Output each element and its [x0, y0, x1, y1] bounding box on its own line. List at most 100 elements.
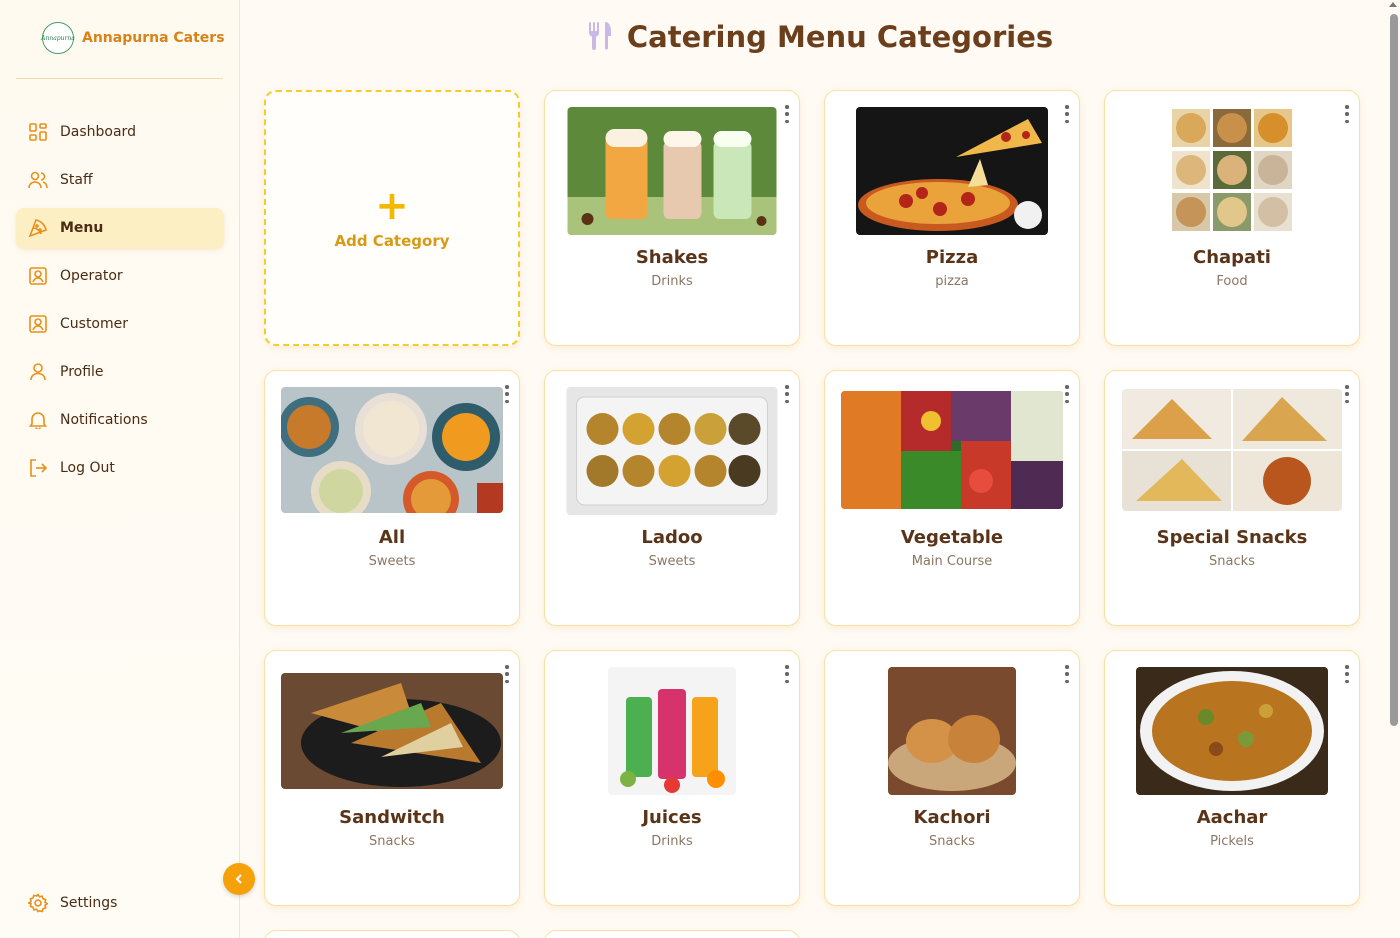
category-type: Snacks [369, 834, 415, 849]
sidebar-nav: Dashboard Staff Menu Operator Customer P… [16, 112, 224, 496]
sidebar-item-operator[interactable]: Operator [16, 256, 224, 296]
category-type: Snacks [929, 834, 975, 849]
category-card[interactable]: Pizza pizza [824, 90, 1080, 346]
category-name: Kachori [913, 807, 991, 828]
category-type: Sweets [648, 554, 696, 569]
category-type: Pickels [1210, 834, 1254, 849]
category-card[interactable]: Kachori Snacks [824, 650, 1080, 906]
category-card[interactable]: Chapati Food [1104, 90, 1360, 346]
scroll-up-icon[interactable] [1389, 2, 1397, 7]
category-card[interactable]: All Sweets [264, 370, 520, 626]
category-name: Chapati [1193, 247, 1271, 268]
more-options-icon[interactable] [1343, 105, 1351, 123]
sidebar-item-staff[interactable]: Staff [16, 160, 224, 200]
category-image [281, 673, 503, 789]
category-card[interactable]: Vegetable Main Course [824, 370, 1080, 626]
category-image [856, 107, 1048, 235]
chevron-left-icon [235, 874, 242, 884]
sidebar-item-customer[interactable]: Customer [16, 304, 224, 344]
add-category-card[interactable]: + Add Category [264, 90, 520, 346]
page-title: Catering Menu Categories [626, 20, 1054, 54]
category-type: Sweets [368, 554, 416, 569]
category-type: Drinks [651, 834, 693, 849]
dashboard-icon [28, 122, 48, 142]
brand-name: Annapurna Caters [82, 30, 225, 46]
category-card[interactable]: Juices Drinks [544, 650, 800, 906]
more-options-icon[interactable] [783, 665, 791, 683]
more-options-icon[interactable] [1343, 385, 1351, 403]
category-image [1136, 667, 1328, 795]
category-type: pizza [935, 274, 969, 289]
category-type: Food [1216, 274, 1248, 289]
category-image [566, 387, 778, 515]
gear-icon [28, 893, 48, 913]
sidebar-item-label: Dashboard [60, 124, 136, 140]
sidebar-item-label: Settings [60, 895, 118, 911]
category-type: Snacks [1209, 554, 1255, 569]
sidebar: Annapurna Annapurna Caters Dashboard Sta… [0, 0, 240, 938]
page-header: Catering Menu Categories [240, 20, 1400, 54]
badge-icon [28, 314, 48, 334]
sidebar-item-label: Menu [60, 220, 104, 236]
collapse-sidebar-button[interactable] [223, 863, 255, 895]
sidebar-item-label: Log Out [60, 460, 115, 476]
add-category-label: Add Category [334, 232, 450, 250]
category-card[interactable]: Special Snacks Snacks [1104, 370, 1360, 626]
brand-logo: Annapurna [41, 22, 75, 54]
more-options-icon[interactable] [503, 665, 511, 683]
divider [16, 78, 223, 79]
category-image [1122, 389, 1342, 511]
category-card[interactable]: Shakes Drinks [544, 90, 800, 346]
sidebar-item-notifications[interactable]: Notifications [16, 400, 224, 440]
category-card[interactable] [264, 930, 520, 938]
category-type: Main Course [911, 554, 993, 569]
more-options-icon[interactable] [783, 105, 791, 123]
main-content: Catering Menu Categories + Add Category [240, 0, 1385, 938]
bell-icon [28, 410, 48, 430]
category-card[interactable]: Aachar Pickels [1104, 650, 1360, 906]
next-row-cards [264, 930, 800, 938]
category-name: Aachar [1196, 807, 1268, 828]
more-options-icon[interactable] [1063, 665, 1071, 683]
sidebar-item-menu[interactable]: Menu [16, 208, 224, 248]
more-options-icon[interactable] [783, 385, 791, 403]
category-image [608, 667, 736, 795]
more-options-icon[interactable] [1343, 665, 1351, 683]
scrollbar[interactable] [1390, 14, 1398, 726]
sidebar-item-label: Notifications [60, 412, 148, 428]
category-name: Ladoo [641, 527, 703, 548]
sidebar-item-label: Profile [60, 364, 104, 380]
sidebar-item-label: Operator [60, 268, 123, 284]
category-name: Shakes [635, 247, 709, 268]
more-options-icon[interactable] [503, 385, 511, 403]
category-name: Juices [642, 807, 702, 828]
users-icon [28, 170, 48, 190]
category-image [841, 391, 1063, 509]
category-card[interactable]: Sandwitch Snacks [264, 650, 520, 906]
category-image [1170, 107, 1294, 235]
category-name: All [378, 527, 406, 548]
category-image [888, 667, 1016, 795]
sidebar-item-settings[interactable]: Settings [16, 883, 224, 923]
user-icon [28, 362, 48, 382]
category-name: Pizza [925, 247, 979, 268]
sidebar-item-label: Customer [60, 316, 129, 332]
logout-icon [28, 458, 48, 478]
badge-icon [28, 266, 48, 286]
sidebar-item-label: Staff [60, 172, 93, 188]
fork-knife-icon [587, 20, 613, 54]
category-image [281, 387, 503, 513]
brand[interactable]: Annapurna Annapurna Caters [41, 22, 225, 54]
category-card[interactable] [544, 930, 800, 938]
category-card[interactable]: Ladoo Sweets [544, 370, 800, 626]
category-name: Vegetable [900, 527, 1004, 548]
sidebar-item-dashboard[interactable]: Dashboard [16, 112, 224, 152]
more-options-icon[interactable] [1063, 385, 1071, 403]
sidebar-item-profile[interactable]: Profile [16, 352, 224, 392]
more-options-icon[interactable] [1063, 105, 1071, 123]
category-name: Special Snacks [1156, 527, 1308, 548]
sidebar-item-logout[interactable]: Log Out [16, 448, 224, 488]
pizza-icon [28, 218, 48, 238]
category-grid: + Add Category Shakes Drinks Pizza pizza… [264, 90, 1360, 906]
plus-icon: + [375, 183, 409, 229]
